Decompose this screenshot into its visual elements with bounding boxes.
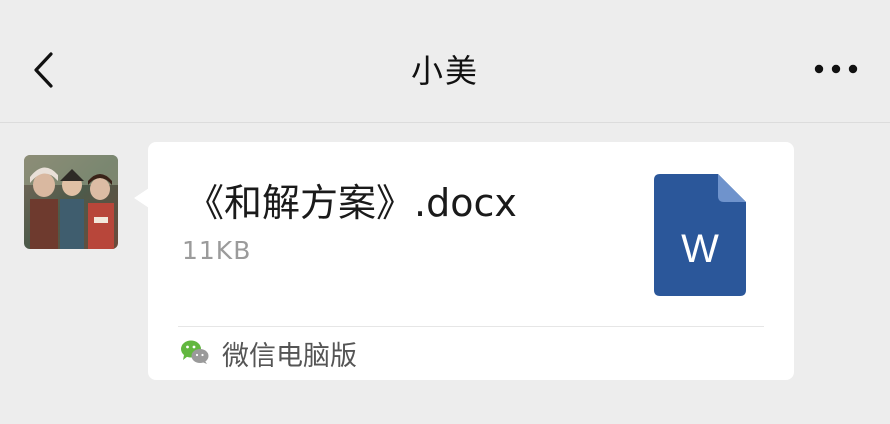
word-icon-letter: W (681, 227, 719, 271)
file-message-bubble[interactable]: 《和解方案》.docx 11KB W 微信电脑版 (148, 142, 794, 380)
avatar-image (24, 155, 118, 249)
word-document-icon: W (654, 174, 746, 296)
chat-header: 小美 (0, 0, 890, 123)
file-name: 《和解方案》.docx (186, 181, 517, 225)
wechat-icon (180, 339, 210, 365)
bubble-tail (134, 188, 149, 208)
source-label: 微信电脑版 (222, 341, 357, 372)
bubble-divider (178, 326, 764, 327)
file-size: 11KB (182, 236, 252, 265)
more-button[interactable] (810, 56, 862, 82)
more-horizontal-icon (814, 64, 858, 74)
chat-title: 小美 (410, 52, 479, 90)
avatar[interactable] (24, 155, 118, 249)
